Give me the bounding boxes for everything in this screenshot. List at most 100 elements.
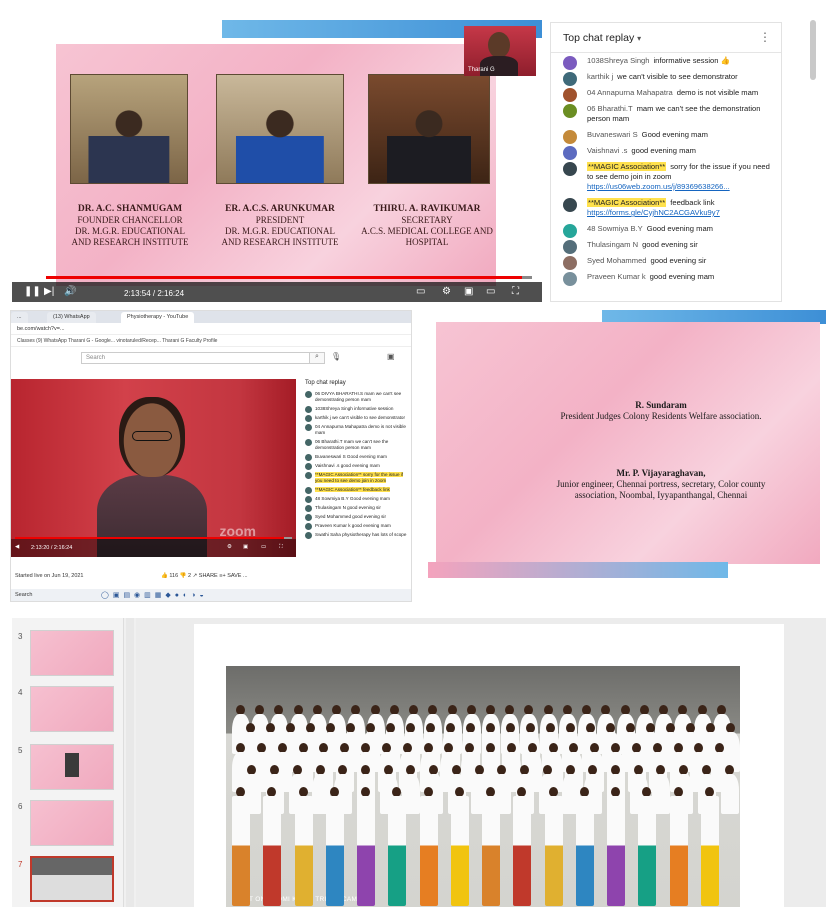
youtube-replay-panel: DR. A.C. SHANMUGAM FOUNDER CHANCELLOR DR…	[12, 20, 816, 302]
more-options-icon[interactable]: ⋮	[759, 30, 771, 44]
chat-filter-dropdown[interactable]: Top chat replay	[563, 32, 634, 44]
avatar[interactable]	[563, 56, 577, 70]
avatar[interactable]	[305, 496, 312, 503]
fullscreen-icon[interactable]: ⛶	[512, 286, 519, 298]
slide-canvas: SHOT ON REDMI K20 AI TRIPLE CAMERA	[136, 618, 826, 907]
chat-author[interactable]: **MAGIC Association**	[587, 162, 667, 171]
avatar[interactable]	[305, 454, 312, 461]
slide-thumbnail[interactable]	[30, 744, 114, 790]
browser-tab-strip: ... (13) WhatsApp Physiotherapy - YouTub…	[11, 311, 411, 323]
taskbar-app-icons[interactable]: ◯▣▤◉▥▦◆●◐◑◒	[101, 591, 208, 599]
pause-icon[interactable]: ❚❚	[24, 286, 41, 298]
settings-icon[interactable]: ⚙	[442, 286, 451, 298]
create-icon[interactable]: ▣	[387, 352, 395, 361]
avatar[interactable]	[305, 505, 312, 512]
avatar[interactable]	[305, 406, 312, 413]
guests-slide: R. Sundaram President Judges Colony Resi…	[436, 322, 820, 564]
chat-text: Buvaneswari S Good evening mam	[315, 453, 388, 459]
chat-author[interactable]: Thulasingam N	[587, 240, 638, 249]
chat-author[interactable]: **MAGIC Association**	[587, 198, 667, 207]
chat-link[interactable]: https://forms.gle/CyjhNC2ACGAVku9y7	[587, 208, 720, 217]
video-progress-bar[interactable]	[46, 276, 532, 279]
volume-icon[interactable]: 🔊	[64, 286, 76, 298]
avatar[interactable]	[563, 130, 577, 144]
theater-icon[interactable]: ▭	[486, 286, 495, 298]
video-actions[interactable]: 👍 116 👎 2 ↗ SHARE ≡+ SAVE ...	[161, 573, 248, 579]
page-scrollbar[interactable]	[810, 20, 816, 80]
guest-name: Mr. P. Vijayaraghavan,	[616, 468, 706, 478]
next-icon[interactable]: ▶|	[44, 286, 54, 298]
bookmarks-bar[interactable]: Classes (9) WhatsApp Tharani G - Google.…	[11, 335, 411, 347]
theater-icon[interactable]: ▭	[261, 544, 266, 550]
chat-text: we can't visible to see demonstrator	[617, 72, 738, 81]
video-controls: ❚❚ ▶| 🔊 2:13:54 / 2:16:24 ▭ ⚙ ▣ ▭ ⛶	[12, 282, 542, 302]
avatar[interactable]	[305, 514, 312, 521]
chat-text: feedback link	[670, 198, 715, 207]
chat-author[interactable]: 06 Bharathi.T	[587, 104, 633, 113]
avatar[interactable]	[563, 198, 577, 212]
chat-author[interactable]: Buvaneswari S	[587, 130, 638, 139]
avatar[interactable]	[563, 104, 577, 118]
avatar[interactable]	[305, 523, 312, 530]
browser-screenshot-panel: ... (13) WhatsApp Physiotherapy - YouTub…	[10, 310, 412, 602]
avatar[interactable]	[305, 424, 312, 431]
person-body	[232, 796, 250, 906]
chat-link[interactable]: https://us06web.zoom.us/j/89369638266...	[587, 182, 730, 191]
avatar[interactable]	[305, 439, 312, 446]
browser-tab[interactable]: ...	[11, 312, 28, 323]
browser-tab[interactable]: (13) WhatsApp	[47, 312, 96, 323]
chat-author[interactable]: Vaishnavi .s	[587, 146, 627, 155]
avatar[interactable]	[563, 146, 577, 160]
chat-author[interactable]: 1038Shreya Singh	[587, 56, 650, 65]
chat-text: good evening sir	[650, 256, 707, 265]
chat-message: **MAGIC Association** feedback link https…	[551, 195, 781, 221]
avatar[interactable]	[305, 415, 312, 422]
captions-icon[interactable]: ▭	[416, 286, 425, 298]
slide-thumbnail[interactable]	[30, 800, 114, 846]
video-player[interactable]: zoom	[11, 379, 296, 557]
chat-author[interactable]: Praveen Kumar k	[587, 272, 646, 281]
avatar[interactable]	[563, 224, 577, 238]
slide-thumbnail[interactable]	[30, 686, 114, 732]
thumbnail-scrollbar[interactable]	[126, 618, 134, 907]
slide-thumbnail[interactable]	[30, 630, 114, 676]
miniplayer-icon[interactable]: ▣	[464, 286, 473, 298]
taskbar-search[interactable]: Search	[15, 592, 32, 598]
founder-name: ER. A.C.S. ARUNKUMAR	[225, 204, 335, 214]
founder-photo-2	[216, 74, 344, 184]
avatar[interactable]	[563, 162, 577, 176]
person-body	[544, 796, 563, 906]
chevron-down-icon[interactable]: ▾	[637, 34, 641, 43]
fullscreen-icon[interactable]: ⛶	[279, 544, 283, 551]
video-player[interactable]: DR. A.C. SHANMUGAM FOUNDER CHANCELLOR DR…	[12, 20, 542, 302]
address-bar[interactable]: be.com/watch?v=...	[11, 323, 411, 335]
chat-message: 48 Sowmiya B.Y Good evening mam	[301, 494, 411, 503]
avatar[interactable]	[563, 72, 577, 86]
chat-header: Top chat replay ▾ ⋮	[551, 23, 781, 53]
mic-icon[interactable]: 🎙	[331, 352, 341, 361]
avatar[interactable]	[305, 391, 312, 398]
avatar[interactable]	[305, 487, 312, 494]
chat-author[interactable]: Syed Mohammed	[587, 256, 647, 265]
chat-author[interactable]: 48 Sowmiya B.Y	[587, 224, 643, 233]
chat-filter-dropdown[interactable]: Top chat replay	[301, 377, 411, 389]
slide-thumbnail-selected[interactable]	[30, 856, 114, 902]
chat-author[interactable]: 04 Annapurna Mahapatra	[587, 88, 673, 97]
search-icon[interactable]: ⌕	[309, 352, 325, 364]
chat-message: 1038Shreya Singh informative session 👍	[551, 53, 781, 70]
settings-icon[interactable]: ⚙	[227, 544, 232, 550]
avatar[interactable]	[563, 256, 577, 270]
search-input[interactable]: Search	[81, 352, 311, 364]
miniplayer-icon[interactable]: ▣	[243, 544, 248, 550]
chat-messages: 06 DIVYA BHARATHI.S mam we can't see dem…	[301, 389, 411, 539]
avatar[interactable]	[563, 272, 577, 286]
slide-number: 4	[18, 688, 23, 697]
volume-icon[interactable]: ◀	[15, 544, 19, 550]
chat-author[interactable]: karthik j	[587, 72, 613, 81]
browser-tab-active[interactable]: Physiotherapy - YouTube	[121, 312, 195, 323]
avatar[interactable]	[305, 472, 312, 479]
avatar[interactable]	[563, 240, 577, 254]
avatar[interactable]	[563, 88, 577, 102]
avatar[interactable]	[305, 463, 312, 470]
avatar[interactable]	[305, 532, 312, 539]
